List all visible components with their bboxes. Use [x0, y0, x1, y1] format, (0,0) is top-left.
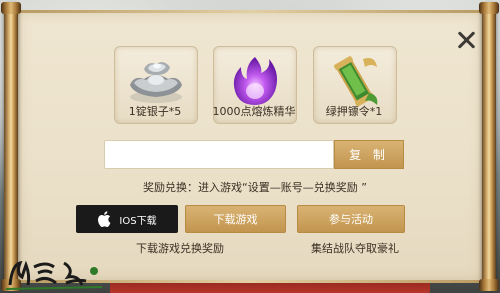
reward-label-token: 绿押镖令*1	[325, 105, 383, 118]
join-caption: 集结战队夺取豪礼	[311, 242, 399, 255]
silver-ingot-icon	[130, 62, 182, 103]
ios-download-button[interactable]: IOS下载	[76, 205, 178, 233]
game-logo	[5, 260, 103, 290]
redeem-hint-text: 奖励兑换：进入游戏“设置—账号—兑换奖励 ”	[143, 181, 367, 194]
copy-button[interactable]: 复 制	[334, 140, 404, 169]
apple-icon	[98, 211, 111, 227]
reward-label-silver: 1锭银子*5	[128, 105, 182, 118]
scroll-rod-left	[1, 2, 21, 291]
scroll-rod-right	[479, 2, 499, 291]
close-icon[interactable]	[455, 28, 479, 52]
redeem-code-field[interactable]	[104, 140, 334, 169]
ios-download-label: IOS下载	[119, 215, 157, 227]
reward-label-essence: 1000点熔炼精华	[212, 105, 296, 118]
download-game-button[interactable]: 下载游戏	[185, 205, 286, 233]
download-caption: 下载游戏兑换奖励	[136, 242, 224, 255]
purple-flame-icon	[233, 57, 277, 105]
join-event-button[interactable]: 参与活动	[297, 205, 405, 233]
